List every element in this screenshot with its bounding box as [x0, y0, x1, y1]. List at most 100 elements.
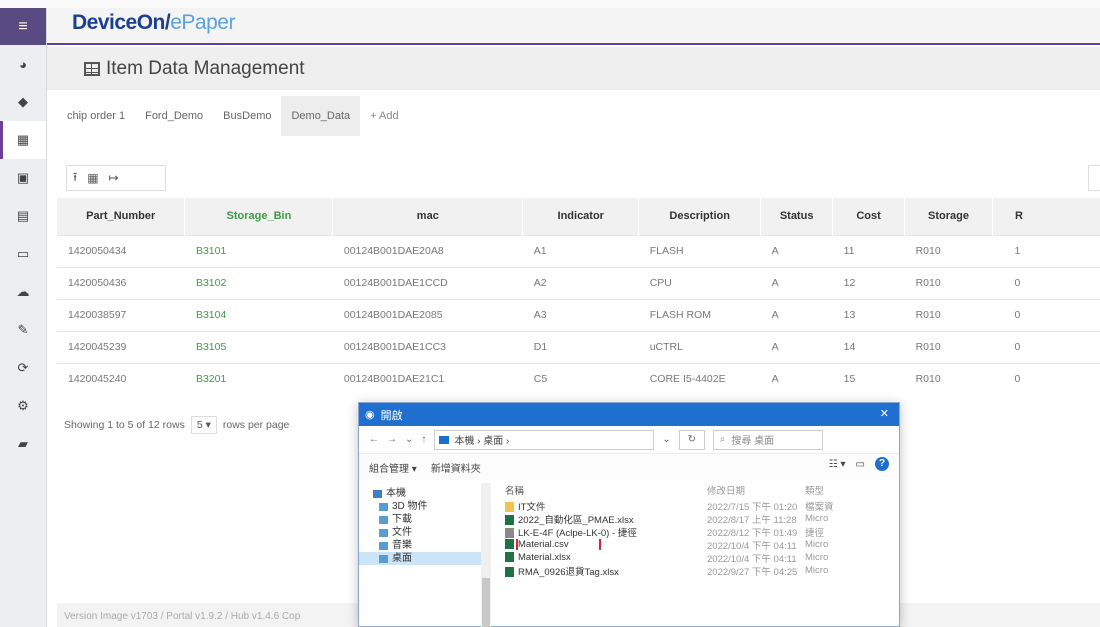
column-header[interactable]: Description [638, 198, 762, 235]
table-cell: B3102 [184, 266, 333, 299]
preview-pane-icon[interactable]: ▭ [856, 459, 865, 470]
table-cell: B3201 [184, 362, 333, 395]
column-header[interactable]: Status [760, 198, 834, 235]
file-row[interactable]: Material.csv 2022/10/4 下午 04:11 Micro [499, 538, 899, 552]
cloud-icon[interactable]: ☁ [0, 273, 46, 311]
help-icon[interactable]: ? [875, 457, 889, 471]
toolbar-right-button[interactable] [1088, 165, 1100, 191]
table-cell: 00124B001DAE20A8 [332, 234, 523, 267]
new-folder-button[interactable]: 新增資料夾 [431, 460, 481, 475]
table-cell: B3104 [184, 298, 333, 331]
nav-pane-item[interactable]: 下載 [359, 513, 489, 526]
search-icon: ⌕ [719, 434, 726, 445]
file-row[interactable]: 2022_自動化區_PMAE.xlsx 2022/8/17 上午 11:28 Mic… [499, 512, 899, 526]
table-cell: A2 [522, 266, 639, 299]
table-cell: 1 [992, 234, 1100, 267]
nav-pane-item[interactable]: 桌面 [359, 552, 489, 565]
file-list: 名稱 修改日期 類型 IT文件 2022/7/15 下午 01:20 檔案資 2022… [499, 481, 899, 578]
table-header-row: Part_Number Storage_Bin mac Indicator De… [57, 198, 1100, 235]
file-name: Material.csv [516, 539, 601, 550]
forward-icon[interactable]: → [387, 434, 397, 445]
nav-pane-item[interactable]: 文件 [359, 526, 489, 539]
table-cell: 1420045239 [57, 330, 185, 363]
nav-pane-label: 音樂 [392, 540, 412, 551]
sync-icon[interactable]: ⟳ [0, 349, 46, 387]
settings-icon[interactable]: ⚙ [0, 387, 46, 425]
column-header[interactable]: mac [332, 198, 524, 235]
chevron-down-icon[interactable]: ⌄ [662, 434, 670, 445]
table-cell: uCTRL [638, 330, 761, 363]
table-row[interactable]: 1420045239 B3105 00124B001DAE1CC3 D1 uCTRL A 1… [57, 330, 1100, 363]
nav-pane-item[interactable]: 本機 [359, 487, 489, 500]
template-icon[interactable]: ▤ [0, 197, 46, 235]
search-placeholder: 搜尋 桌面 [731, 436, 775, 447]
export-icon[interactable]: ↦ [109, 171, 119, 185]
table-row[interactable]: 1420050436 B3102 00124B001DAE1CCD A2 CPU A 12 R… [57, 266, 1100, 299]
tag-icon[interactable]: ◆ [0, 83, 46, 121]
type-column-header[interactable]: 類型 [805, 483, 835, 497]
sidebar: ≡ ◕ ◆ ▦ ▣ ▤ ▭ ☁ ✎ ⟳ ⚙ ▰ [0, 8, 47, 627]
brand-logo[interactable]: DeviceOn/ePaper [72, 11, 235, 35]
image-icon[interactable]: ▣ [0, 159, 46, 197]
file-row[interactable]: IT文件 2022/7/15 下午 01:20 檔案資 [499, 499, 899, 513]
tab-ford-demo[interactable]: Ford_Demo [135, 96, 213, 136]
refresh-button[interactable]: ↻ [678, 429, 705, 450]
columns-icon[interactable]: ▦ [87, 171, 98, 185]
monitor-icon[interactable]: ▭ [0, 235, 46, 273]
nav-pane-item[interactable]: 音樂 [359, 539, 489, 552]
column-header[interactable]: R [992, 198, 1100, 235]
file-name-cell: 2022_自動化區_PMAE.xlsx [499, 512, 707, 526]
column-header[interactable]: Storage_Bin [184, 198, 334, 235]
table-cell: A [760, 330, 833, 363]
upload-icon[interactable]: ⭱ [73, 168, 77, 189]
file-row[interactable]: Material.xlsx 2022/10/4 下午 04:11 Micro [499, 551, 899, 565]
book-icon[interactable]: ▰ [0, 425, 46, 463]
table-cell: 14 [832, 330, 905, 363]
table-row[interactable]: 1420045240 B3201 00124B001DAE21C1 C5 CORE I5… [57, 362, 1100, 395]
tab-busdemo[interactable]: BusDemo [213, 96, 281, 136]
file-type-cell: 捷徑 [805, 527, 825, 539]
brand-main: DeviceOn/ [72, 11, 171, 34]
table-cell: 1420038597 [57, 298, 185, 331]
nav-pane-item[interactable]: 3D 物件 [359, 500, 489, 513]
menu-icon[interactable]: ≡ [0, 8, 46, 45]
column-header[interactable]: Part_Number [57, 198, 186, 235]
file-row[interactable]: LK-E-4F (Aclpe-LK-0) - 捷徑 2022/8/12 下午 01… [499, 525, 899, 539]
page-size-dropdown[interactable]: 5 ▾ [190, 416, 217, 434]
file-type-cell: 檔案資 [805, 501, 834, 513]
file-type-cell: Micro [805, 565, 829, 576]
dialog-nav-bar: ← → ⌄ ↑ 本機 › 桌面 › ⌄ ↻ ⌕ 搜尋 桌面 [359, 426, 899, 454]
table-row[interactable]: 1420038597 B3104 00124B001DAE2085 A3 FLASH R… [57, 298, 1100, 331]
column-header[interactable]: Storage [904, 198, 994, 235]
table-cell: 13 [832, 298, 905, 331]
scrollbar-thumb[interactable] [482, 578, 490, 627]
edit-icon[interactable]: ✎ [0, 311, 46, 349]
back-icon[interactable]: ← [369, 434, 379, 445]
organize-button[interactable]: 組合管理 ▾ [369, 460, 417, 475]
column-header[interactable]: Indicator [522, 198, 640, 235]
file-row[interactable]: RMA_0926退貨Tag.xlsx 2022/9/27 下午 04:25 Micr… [499, 564, 899, 578]
search-input[interactable]: ⌕ 搜尋 桌面 [712, 429, 823, 450]
column-header[interactable]: Cost [832, 198, 906, 235]
table-cell: R010 [904, 266, 993, 299]
tab-chip-order-1[interactable]: chip order 1 [57, 96, 135, 136]
nav-pane-scrollbar[interactable] [481, 483, 491, 627]
table-row[interactable]: 1420050434 B3101 00124B001DAE20A8 A1 FLASH A 1… [57, 234, 1100, 267]
desktop-folder-icon [439, 435, 450, 444]
tab-demo-data[interactable]: Demo_Data [281, 96, 361, 136]
view-options-icon[interactable]: ☷ ▾ [829, 459, 846, 470]
address-bar[interactable]: 本機 › 桌面 › [434, 429, 655, 450]
date-column-header[interactable]: 修改日期 [707, 483, 805, 497]
showing-rows-text: Showing 1 to 5 of 12 rows [64, 419, 185, 431]
up-icon[interactable]: ↑ [421, 434, 426, 445]
chevron-down-icon[interactable]: ⌄ [405, 434, 413, 445]
dashboard-icon[interactable]: ◕ [0, 45, 46, 83]
name-column-header[interactable]: 名稱 [499, 483, 707, 497]
table-toolbar: ⭱ ▦ ↦ [66, 165, 166, 191]
close-icon[interactable]: ✕ [880, 407, 889, 420]
table-icon[interactable]: ▦ [0, 121, 46, 159]
add-tab-button[interactable]: + Add [360, 96, 408, 136]
table-cell: A [760, 234, 833, 267]
table-cell: 00124B001DAE1CC3 [332, 330, 523, 363]
file-open-dialog: ◉ 開啟 ✕ ← → ⌄ ↑ 本機 › 桌面 › ⌄ ↻ ⌕ 搜尋 桌面 組合管… [358, 402, 900, 627]
